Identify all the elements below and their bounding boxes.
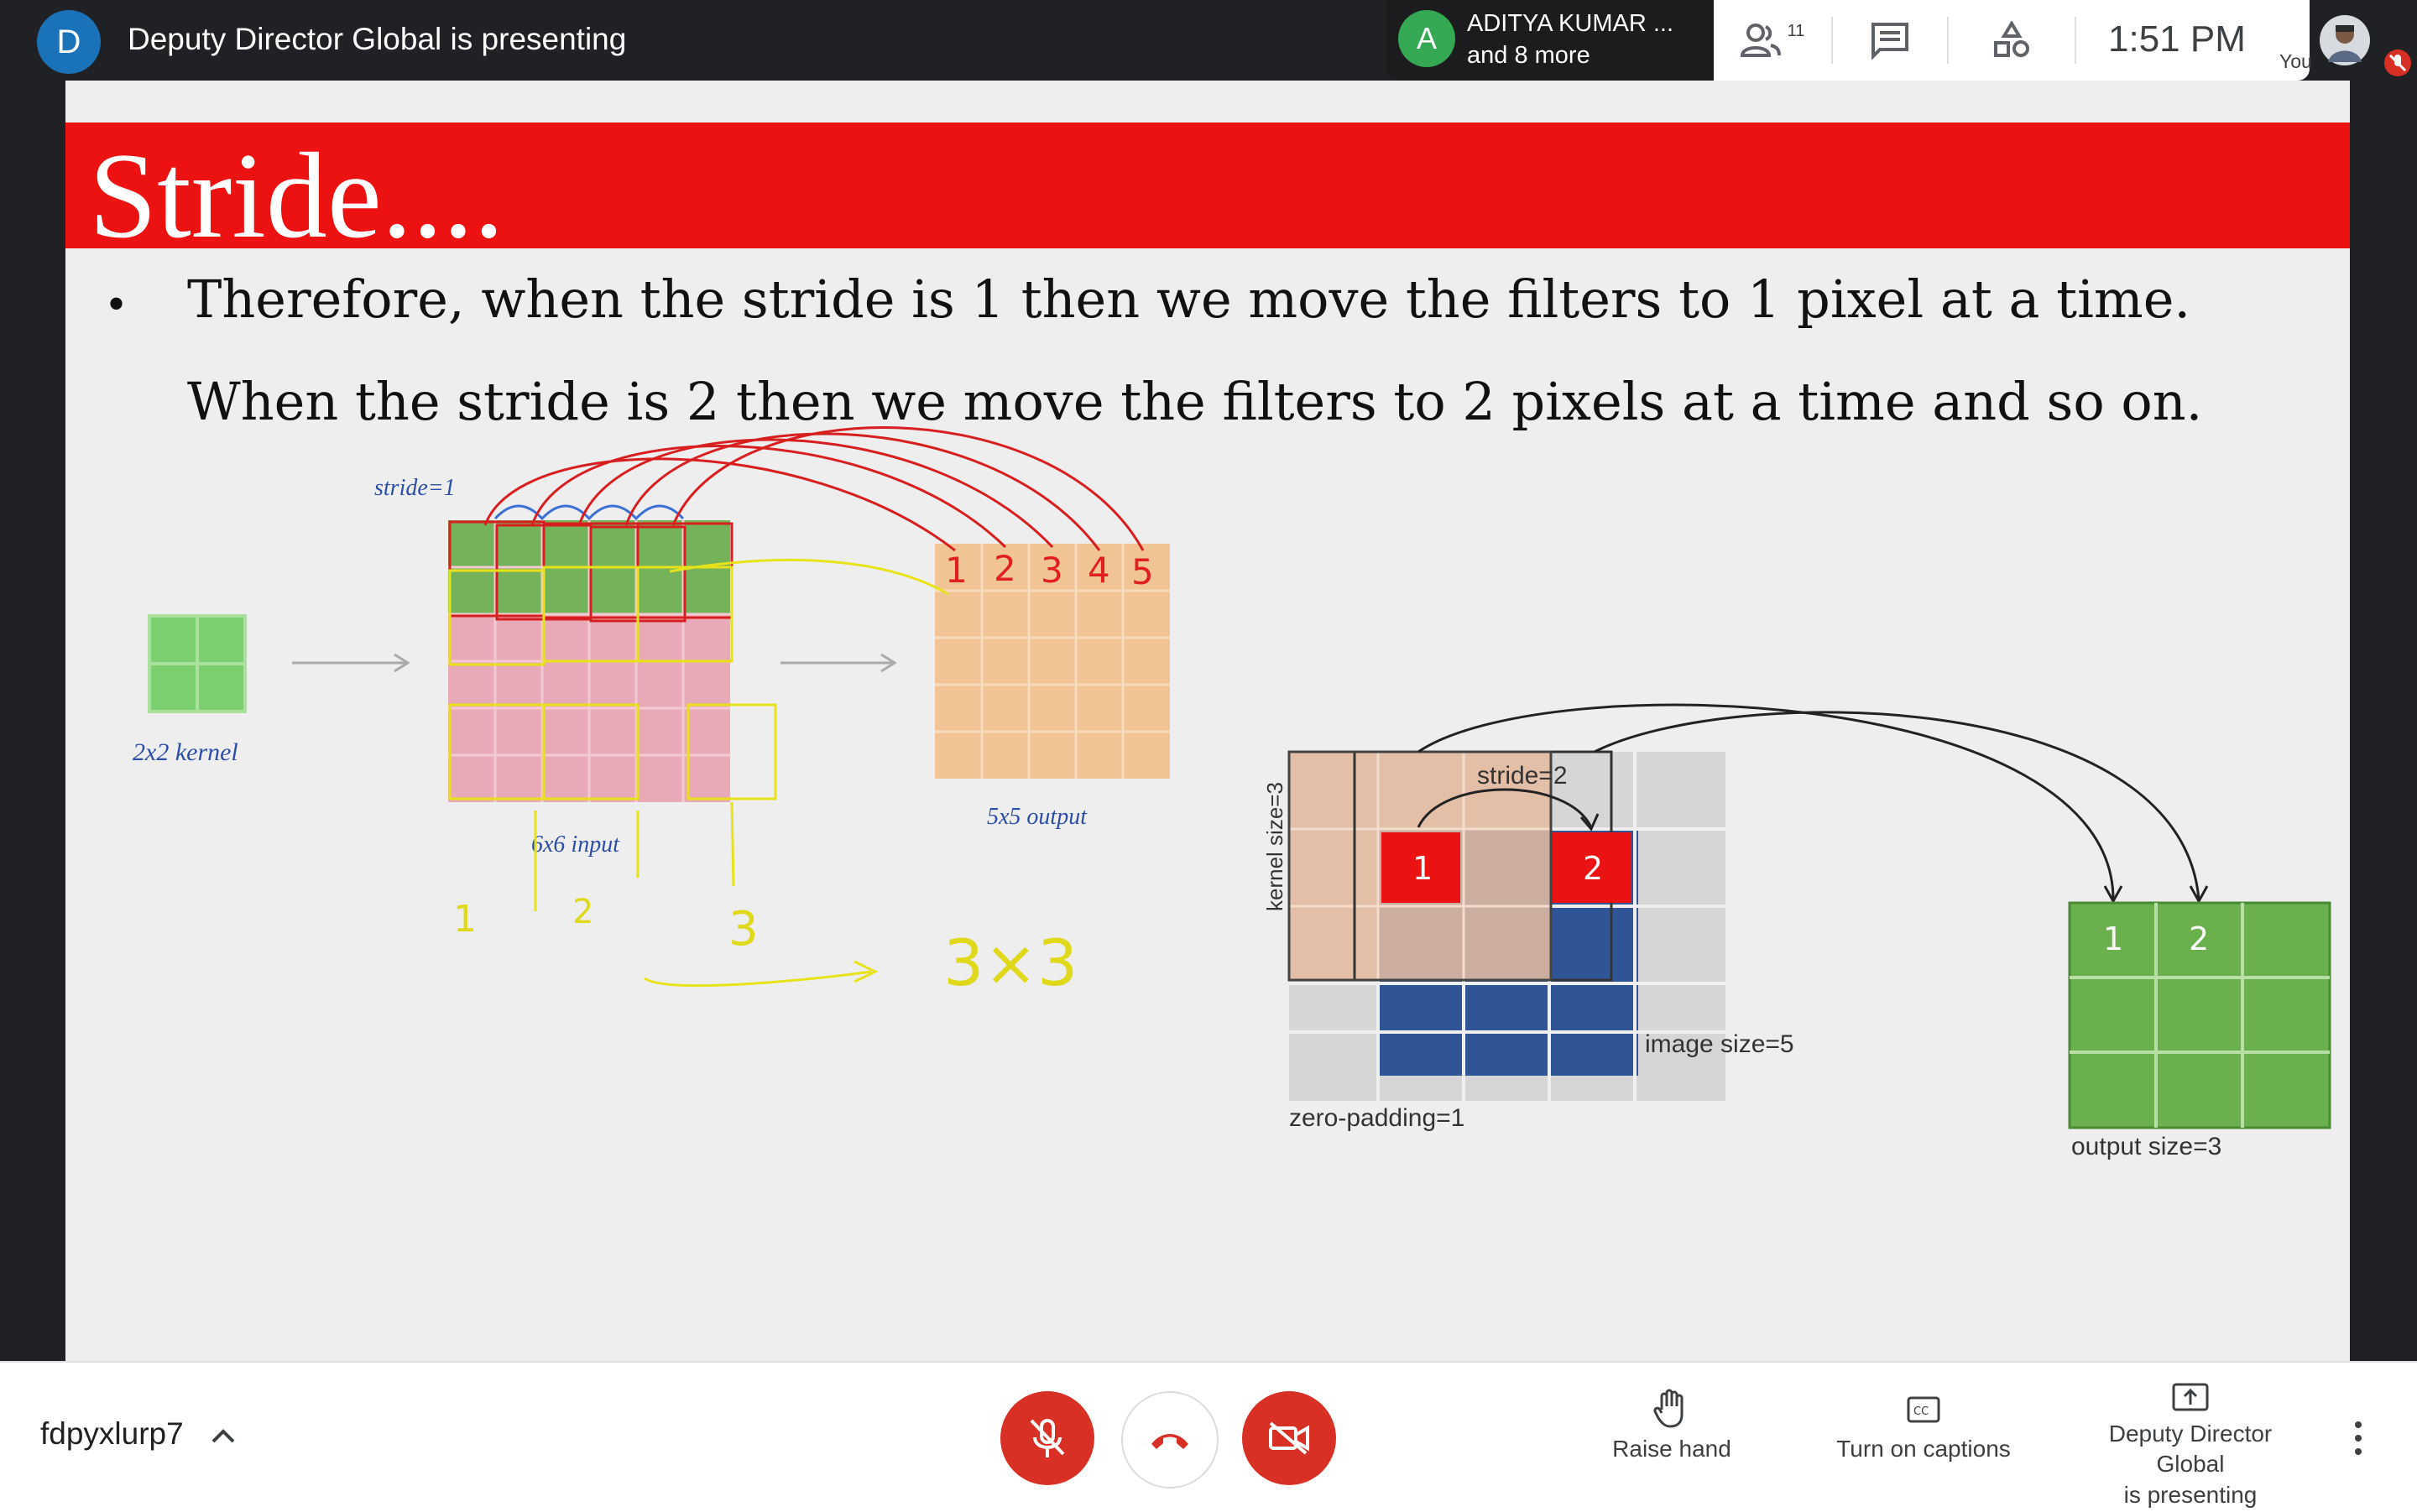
output-mark: 1 [2103, 920, 2123, 957]
camera-toggle-button[interactable] [1242, 1391, 1336, 1485]
right-diagram: 1 2 stride=2 kernel size=3 image size=5 … [1262, 703, 2331, 1160]
kernel-grid [148, 614, 247, 713]
meeting-details-button[interactable]: fdpyxlurp7 [40, 1416, 236, 1452]
kernel-size-label: kernel size=3 [1262, 782, 1287, 911]
presenting-button[interactable]: Deputy Director Global is presenting [2081, 1381, 2300, 1510]
bottom-bar: fdpyxlurp7 Raise hand CC Turn on caption… [0, 1361, 2417, 1512]
participant-initial: A [1416, 21, 1437, 55]
input-label: 6x6 input [531, 832, 620, 858]
more-vertical-icon [2355, 1421, 2362, 1455]
presenter-initial: D [56, 23, 81, 60]
output-number: 2 [994, 548, 1016, 589]
hand-mark: 2 [572, 893, 593, 931]
output-number: 3 [1041, 550, 1063, 591]
output-size-label: output size=3 [2071, 1133, 2221, 1160]
meeting-code: fdpyxlurp7 [40, 1416, 184, 1451]
chevron-up-icon [211, 1429, 235, 1443]
slide-diagrams: 2x2 kernel stride=1 6x6 input 5x5 output… [133, 426, 2331, 1160]
participant-more: and 8 more [1467, 42, 1590, 69]
chat-icon [1871, 23, 1908, 60]
raise-hand-button[interactable]: Raise hand [1563, 1388, 1781, 1464]
top-bar: D Deputy Director Global is presenting A… [0, 0, 2417, 81]
raise-hand-label: Raise hand [1612, 1436, 1731, 1462]
shared-slide: Stride.... • Therefore, when the stride … [65, 81, 2350, 1361]
top-right-panel: 11 1:51 PM [1714, 0, 2310, 81]
image-size-label: image size=5 [1645, 1030, 1794, 1058]
people-icon [1740, 23, 1781, 57]
activities-icon [1994, 21, 2029, 57]
left-diagram: 2x2 kernel stride=1 6x6 input 5x5 output… [133, 426, 1170, 1000]
kernel-mark: 1 [1412, 850, 1433, 887]
presenting-label-2: is presenting [2123, 1481, 2258, 1508]
more-options-button[interactable] [2350, 1420, 2367, 1461]
self-avatar-icon [2320, 15, 2370, 65]
captions-icon: CC [1907, 1396, 1940, 1423]
mic-toggle-button[interactable] [1000, 1391, 1094, 1485]
output-label: 5x5 output [987, 804, 1088, 830]
people-count: 11 [1787, 21, 1805, 40]
yellow-handwriting: 1 2 3 3×3 [453, 893, 1078, 1000]
mic-off-icon [1030, 1419, 1065, 1457]
divider [2075, 17, 2076, 64]
hand-mark: 3 [728, 902, 759, 957]
presenter-status: Deputy Director Global is presenting [128, 22, 627, 56]
present-screen-icon [2172, 1383, 2209, 1411]
output-mark: 2 [2189, 920, 2209, 957]
chat-button[interactable] [1833, 0, 1947, 81]
presenter-avatar: D [37, 10, 101, 74]
kernel-label: 2x2 kernel [133, 738, 238, 766]
presenting-label-1: Deputy Director Global [2108, 1421, 2273, 1478]
stride2-label: stride=2 [1477, 762, 1568, 790]
output-size-grid: 1 2 [2068, 901, 2331, 1129]
mic-off-badge-icon [2384, 50, 2411, 76]
kernel-mark: 2 [1583, 850, 1603, 887]
hang-up-icon [1151, 1434, 1188, 1449]
hand-result: 3×3 [943, 925, 1078, 1000]
hand-icon [1653, 1389, 1684, 1428]
camera-off-icon [1269, 1421, 1309, 1455]
people-button[interactable]: 11 [1714, 0, 1831, 81]
participant-name: ADITYA KUMAR ... [1467, 10, 1674, 37]
output-number: 4 [1088, 550, 1110, 591]
leave-call-button[interactable] [1121, 1391, 1219, 1489]
participants-preview[interactable]: A ADITYA KUMAR ... and 8 more [1386, 0, 1714, 81]
kernel-arrow [292, 653, 410, 673]
captions-button[interactable]: CC Turn on captions [1814, 1388, 2033, 1464]
output-number: 5 [1131, 551, 1154, 592]
svg-text:CC: CC [1913, 1405, 1929, 1418]
captions-label: Turn on captions [1836, 1436, 2011, 1462]
padding-label: zero-padding=1 [1289, 1104, 1464, 1132]
input-arrow [780, 653, 897, 673]
clock: 1:51 PM [2108, 18, 2246, 60]
hand-mark: 1 [453, 898, 477, 941]
output-number: 1 [945, 550, 968, 591]
activities-button[interactable] [1949, 0, 2075, 81]
participant-avatar: A [1398, 10, 1455, 67]
self-label: You [2279, 50, 2312, 72]
stride1-label: stride=1 [374, 475, 456, 501]
